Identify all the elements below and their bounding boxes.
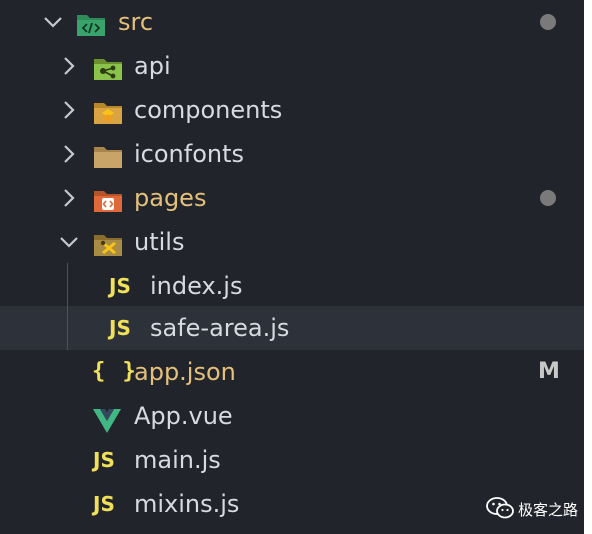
folder-components-icon	[93, 96, 123, 124]
tree-item-main-js[interactable]: JS main.js	[0, 438, 584, 482]
tree-item-src[interactable]: src	[0, 0, 584, 44]
chevron-right-icon[interactable]	[58, 176, 82, 220]
tree-item-iconfonts[interactable]: iconfonts	[0, 132, 584, 176]
tree-item-label: api	[134, 52, 171, 80]
tree-item-pages[interactable]: pages	[0, 176, 584, 220]
file-explorer: src api components iconfonts pages utils…	[0, 0, 584, 534]
status-dot	[540, 190, 556, 206]
watermark-text: 极客之路	[518, 501, 579, 519]
tree-item-utils[interactable]: utils	[0, 220, 584, 264]
chevron-right-icon[interactable]	[58, 132, 82, 176]
tree-item-label: index.js	[150, 272, 243, 300]
chevron-down-icon[interactable]	[58, 220, 82, 264]
js-file-icon: JS	[109, 274, 131, 298]
tree-item-label: app.json	[134, 358, 236, 386]
tree-item-index-js[interactable]: JS index.js	[0, 264, 584, 308]
tree-item-label: utils	[134, 228, 185, 256]
vue-icon	[92, 404, 122, 433]
tree-item-app-vue[interactable]: App.vue	[0, 394, 584, 438]
tree-item-label: main.js	[134, 446, 221, 474]
wechat-icon	[486, 497, 514, 519]
chevron-right-icon[interactable]	[58, 44, 82, 88]
tree-item-label: App.vue	[134, 402, 233, 430]
tree-item-label: iconfonts	[134, 140, 245, 168]
tree-item-label: safe-area.js	[150, 314, 290, 342]
tree-item-label: mixins.js	[134, 490, 240, 518]
scrollbar-track[interactable]	[584, 0, 592, 534]
tree-item-api[interactable]: api	[0, 44, 584, 88]
folder-icon	[93, 140, 123, 168]
tree-item-safe-area-js[interactable]: JS safe-area.js	[0, 306, 584, 350]
js-file-icon: JS	[109, 316, 131, 340]
chevron-right-icon[interactable]	[58, 88, 82, 132]
watermark: 极客之路	[486, 494, 590, 524]
folder-pages-icon	[93, 184, 123, 212]
tree-item-label: components	[134, 96, 283, 124]
tree-item-components[interactable]: components	[0, 88, 584, 132]
js-file-icon: JS	[93, 492, 115, 516]
status-dot	[540, 14, 556, 30]
tree-item-app-json[interactable]: { } app.json M	[0, 350, 584, 394]
indent-guide	[67, 263, 68, 350]
folder-src-icon	[76, 8, 106, 36]
tree-item-label: src	[118, 8, 154, 36]
json-file-icon: { }	[92, 359, 138, 384]
git-status-badge: M	[538, 359, 560, 384]
folder-api-icon	[93, 52, 123, 80]
folder-utils-icon	[93, 228, 123, 256]
js-file-icon: JS	[93, 448, 115, 472]
tree-item-label: pages	[134, 184, 207, 212]
chevron-down-icon[interactable]	[42, 0, 66, 44]
